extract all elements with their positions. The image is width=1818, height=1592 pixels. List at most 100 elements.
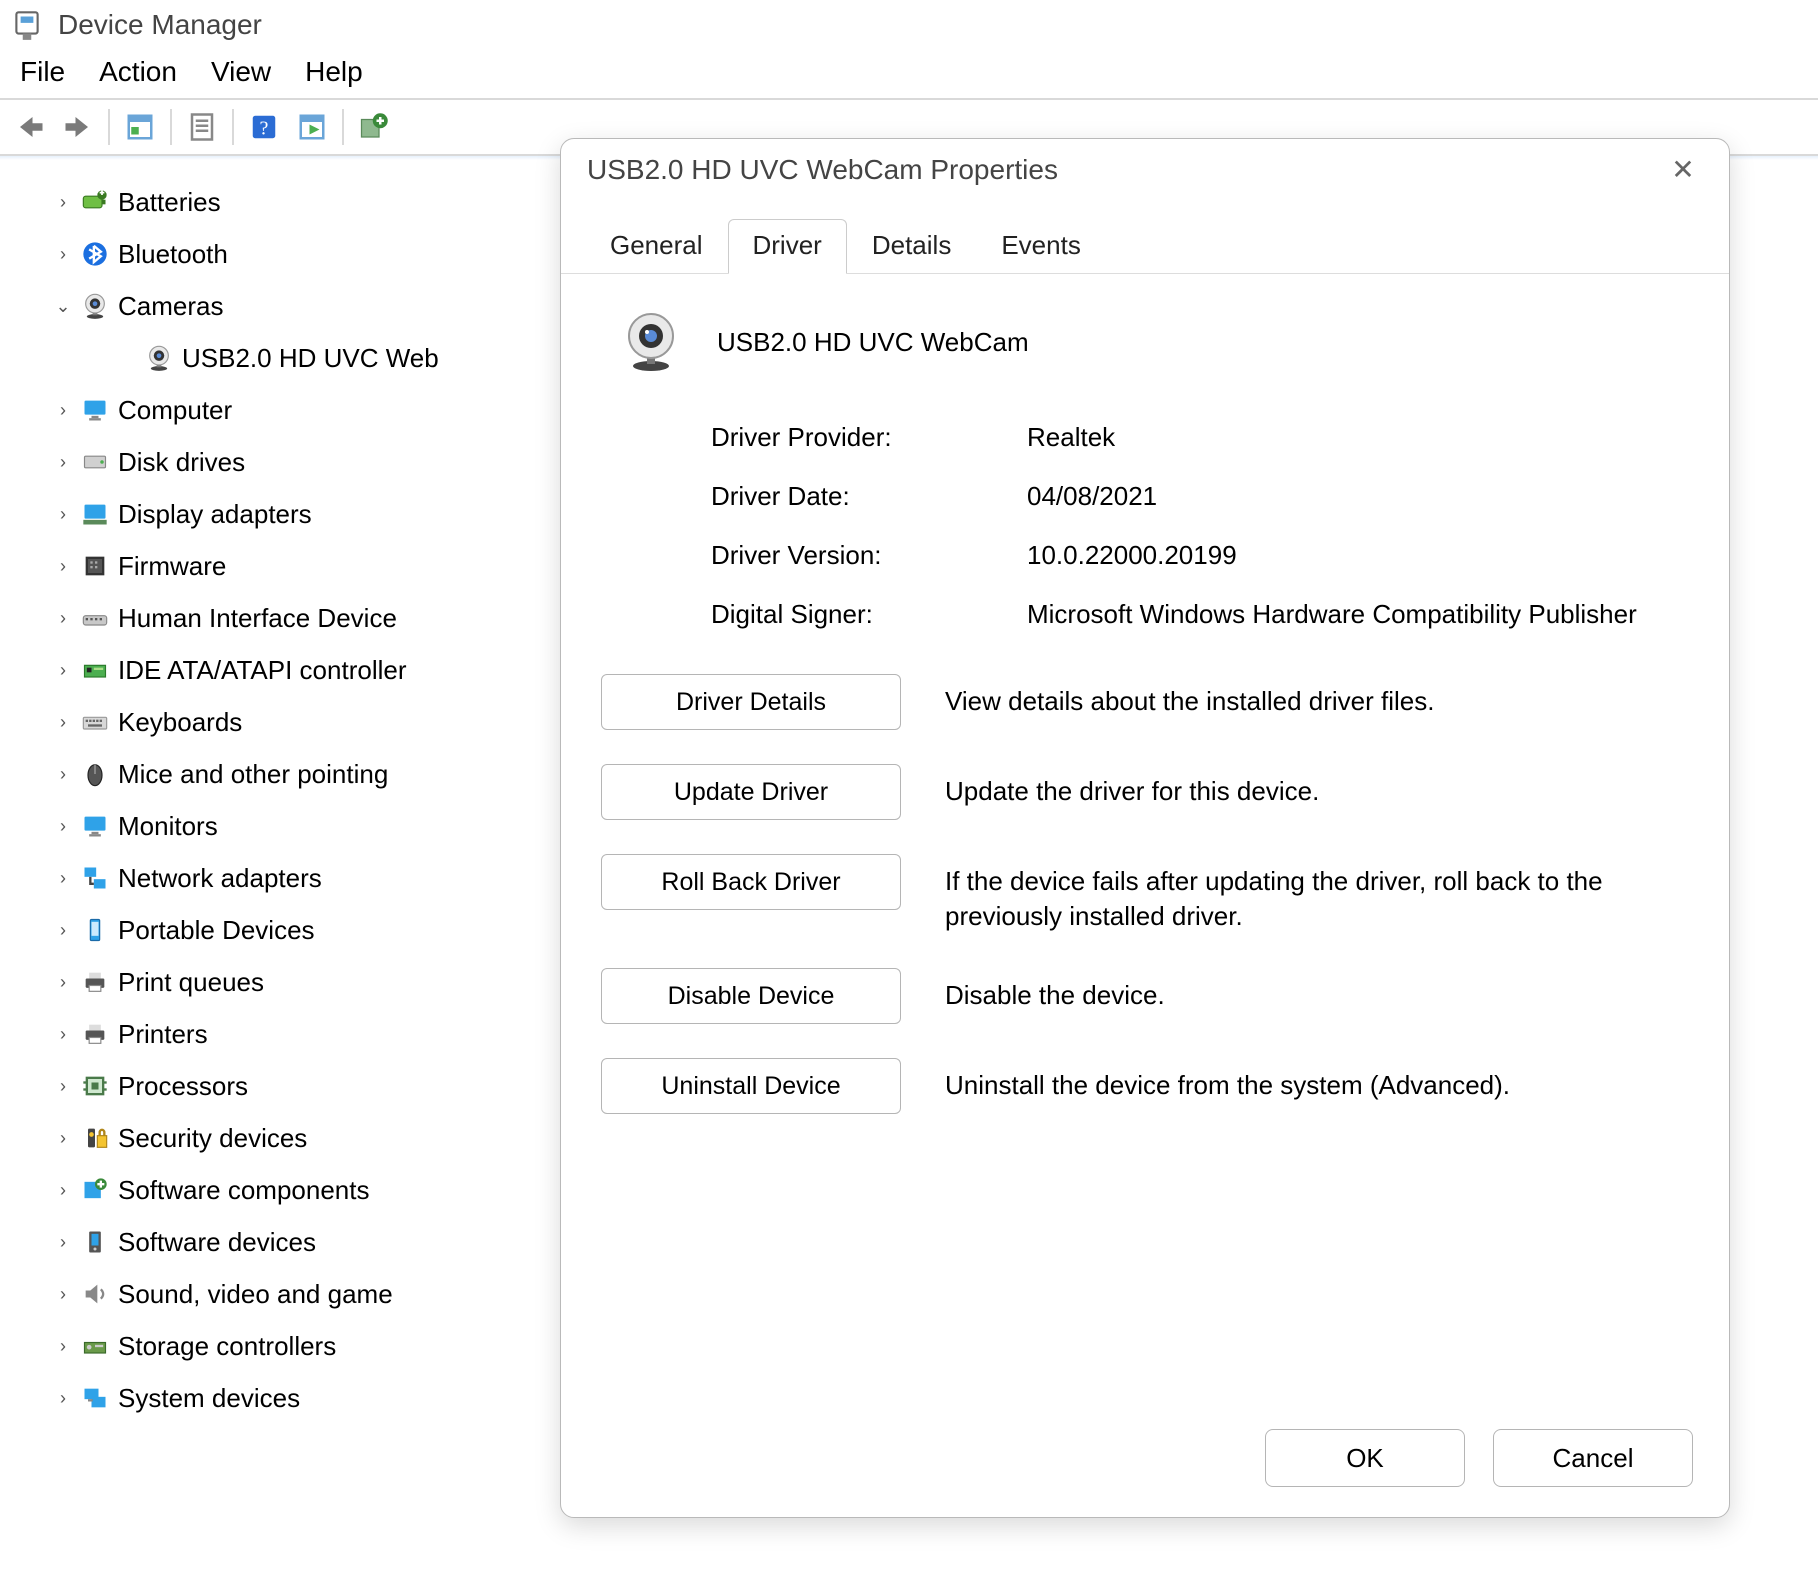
tree-item-label: Network adapters — [118, 863, 322, 894]
menu-file[interactable]: File — [20, 56, 65, 88]
sound-icon — [80, 1279, 110, 1309]
tree-item-label: Bluetooth — [118, 239, 228, 270]
chevron-right-icon[interactable]: › — [54, 1180, 72, 1201]
cpu-icon — [80, 1071, 110, 1101]
add-hardware-button[interactable] — [352, 106, 396, 148]
chevron-right-icon[interactable]: › — [54, 1076, 72, 1097]
help-button[interactable]: ? — [242, 106, 286, 148]
tree-item[interactable]: ›Mice and other pointing — [0, 748, 540, 800]
menu-help[interactable]: Help — [305, 56, 363, 88]
chevron-right-icon[interactable]: › — [54, 816, 72, 837]
svg-text:?: ? — [260, 118, 269, 140]
tree-item[interactable]: ›Software components — [0, 1164, 540, 1216]
tree-item[interactable]: ›Batteries — [0, 176, 540, 228]
tree-item[interactable]: ›Portable Devices — [0, 904, 540, 956]
tree-item[interactable]: › Human Interface Device — [0, 592, 540, 644]
tree-item[interactable]: ›Storage controllers — [0, 1320, 540, 1372]
tree-item[interactable]: › Disk drives — [0, 436, 540, 488]
rollback-driver-button[interactable]: Roll Back Driver — [601, 854, 901, 910]
dialog-title: USB2.0 HD UVC WebCam Properties — [587, 154, 1058, 186]
chevron-down-icon[interactable]: ⌄ — [54, 296, 72, 317]
close-button[interactable]: ✕ — [1663, 153, 1703, 186]
tree-item-label: Sound, video and game — [118, 1279, 393, 1310]
tree-item-label: Human Interface Device — [118, 603, 397, 634]
tree-item[interactable]: › System devices — [0, 1372, 540, 1424]
driver-details-button[interactable]: Driver Details — [601, 674, 901, 730]
tree-item[interactable]: ⌄Cameras — [0, 280, 540, 332]
tab-events[interactable]: Events — [976, 219, 1106, 274]
update-driver-button[interactable]: Update Driver — [601, 764, 901, 820]
chevron-right-icon[interactable]: › — [54, 660, 72, 681]
chevron-right-icon[interactable]: › — [54, 1232, 72, 1253]
chevron-right-icon[interactable]: › — [54, 1024, 72, 1045]
cancel-button[interactable]: Cancel — [1493, 1429, 1693, 1487]
tree-item-label: Security devices — [118, 1123, 307, 1154]
chevron-right-icon[interactable]: › — [54, 244, 72, 265]
chevron-right-icon[interactable]: › — [54, 1284, 72, 1305]
tree-item[interactable]: ›Software devices — [0, 1216, 540, 1268]
chevron-right-icon[interactable]: › — [54, 400, 72, 421]
driver-info: Driver Provider: Realtek Driver Date: 04… — [711, 422, 1689, 630]
properties-dialog: USB2.0 HD UVC WebCam Properties ✕ Genera… — [560, 138, 1730, 1518]
tab-details[interactable]: Details — [847, 219, 976, 274]
tree-item[interactable]: USB2.0 HD UVC Web — [0, 332, 540, 384]
tree-item[interactable]: › Monitors — [0, 800, 540, 852]
uninstall-device-button[interactable]: Uninstall Device — [601, 1058, 901, 1114]
tree-item-label: Printers — [118, 1019, 208, 1050]
chevron-right-icon[interactable]: › — [54, 1388, 72, 1409]
toolbar-separator — [232, 109, 234, 145]
tree-item[interactable]: › Bluetooth — [0, 228, 540, 280]
device-tree[interactable]: ›Batteries›Bluetooth⌄Cameras USB2.0 HD U… — [0, 160, 540, 1592]
menu-view[interactable]: View — [211, 56, 271, 88]
tree-item[interactable]: › Computer — [0, 384, 540, 436]
tree-item-label: Print queues — [118, 967, 264, 998]
portable-icon — [80, 915, 110, 945]
tree-item-label: Monitors — [118, 811, 218, 842]
tab-general[interactable]: General — [585, 219, 728, 274]
tree-item[interactable]: ›IDE ATA/ATAPI controller — [0, 644, 540, 696]
chevron-right-icon[interactable]: › — [54, 504, 72, 525]
tree-item[interactable]: ›Firmware — [0, 540, 540, 592]
tree-item[interactable]: › Sound, video and game — [0, 1268, 540, 1320]
properties-button[interactable] — [180, 106, 224, 148]
chevron-right-icon[interactable]: › — [54, 1336, 72, 1357]
tree-item[interactable]: ›Processors — [0, 1060, 540, 1112]
show-hidden-button[interactable] — [118, 106, 162, 148]
tree-item[interactable]: ›Display adapters — [0, 488, 540, 540]
back-button[interactable] — [8, 106, 52, 148]
chevron-right-icon[interactable]: › — [54, 556, 72, 577]
ok-button[interactable]: OK — [1265, 1429, 1465, 1487]
tree-item-label: System devices — [118, 1383, 300, 1414]
chevron-right-icon[interactable]: › — [54, 608, 72, 629]
rollback-driver-desc: If the device fails after updating the d… — [945, 854, 1689, 934]
chevron-right-icon[interactable]: › — [54, 192, 72, 213]
disable-device-button[interactable]: Disable Device — [601, 968, 901, 1024]
uninstall-device-desc: Uninstall the device from the system (Ad… — [945, 1058, 1689, 1103]
chevron-right-icon[interactable]: › — [54, 868, 72, 889]
tree-item-label: Computer — [118, 395, 232, 426]
security-icon — [80, 1123, 110, 1153]
scan-hardware-button[interactable] — [290, 106, 334, 148]
chevron-right-icon[interactable]: › — [54, 764, 72, 785]
date-label: Driver Date: — [711, 481, 991, 512]
chevron-right-icon[interactable]: › — [54, 972, 72, 993]
tree-item[interactable]: › Printers — [0, 1008, 540, 1060]
tab-driver[interactable]: Driver — [728, 219, 847, 274]
menu-action[interactable]: Action — [99, 56, 177, 88]
battery-icon — [80, 187, 110, 217]
tree-item[interactable]: › Security devices — [0, 1112, 540, 1164]
tree-item[interactable]: › Network adapters — [0, 852, 540, 904]
version-label: Driver Version: — [711, 540, 991, 571]
provider-value: Realtek — [1027, 422, 1689, 453]
forward-button[interactable] — [56, 106, 100, 148]
chevron-right-icon[interactable]: › — [54, 712, 72, 733]
provider-label: Driver Provider: — [711, 422, 991, 453]
tree-item-label: Disk drives — [118, 447, 245, 478]
chevron-right-icon[interactable]: › — [54, 452, 72, 473]
chevron-right-icon[interactable]: › — [54, 920, 72, 941]
tree-item[interactable]: ›Keyboards — [0, 696, 540, 748]
chevron-right-icon[interactable]: › — [54, 1128, 72, 1149]
spacer — [118, 348, 136, 369]
signer-value: Microsoft Windows Hardware Compatibility… — [1027, 599, 1689, 630]
tree-item[interactable]: › Print queues — [0, 956, 540, 1008]
